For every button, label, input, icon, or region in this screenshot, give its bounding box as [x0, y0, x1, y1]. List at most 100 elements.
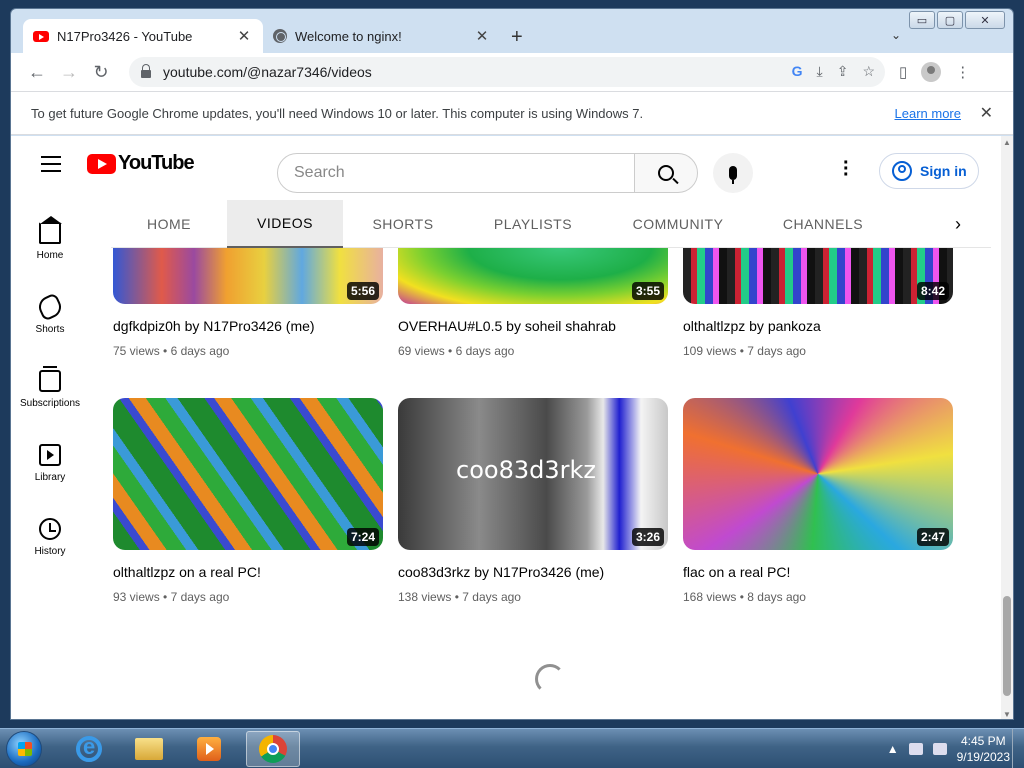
voice-search-button[interactable] — [713, 153, 753, 193]
video-title[interactable]: coo83d3rkz by N17Pro3426 (me) — [398, 564, 668, 580]
video-thumbnail[interactable]: 2:47 — [683, 398, 953, 550]
sign-in-button[interactable]: Sign in — [879, 153, 979, 189]
sidebar-item-label: Subscriptions — [19, 398, 81, 409]
volume-muted-icon[interactable] — [932, 743, 947, 755]
tab-community[interactable]: COMMUNITY — [603, 200, 753, 248]
sidebar-item-shorts[interactable]: Shorts — [11, 292, 89, 335]
video-title[interactable]: flac on a real PC! — [683, 564, 953, 580]
page-scrollbar[interactable]: ▲ ▼ — [1001, 136, 1013, 719]
tab-nginx[interactable]: Welcome to nginx! ✕ — [263, 19, 501, 53]
settings-more-icon[interactable]: · · · — [843, 153, 850, 185]
address-bar[interactable]: youtube.com/@nazar7346/videos G ⤓ ⇪ ☆ — [129, 57, 885, 87]
reload-button[interactable]: ↻ — [85, 62, 117, 83]
duration-badge: 8:42 — [916, 282, 949, 300]
google-icon[interactable]: G — [792, 63, 803, 80]
sidebar-item-library[interactable]: Library — [11, 444, 89, 483]
chrome-icon — [259, 735, 287, 763]
video-thumbnail[interactable]: 3:55 — [398, 248, 668, 304]
profile-avatar-icon[interactable] — [921, 62, 942, 82]
bookmark-star-icon[interactable]: ☆ — [862, 63, 875, 80]
sidebar-item-label: History — [34, 546, 66, 557]
tab-youtube[interactable]: N17Pro3426 - YouTube ✕ — [23, 19, 263, 53]
menu-hamburger-icon[interactable] — [41, 156, 61, 177]
url-text[interactable]: youtube.com/@nazar7346/videos — [163, 64, 372, 80]
search-button[interactable] — [634, 153, 698, 193]
share-icon[interactable]: ⇪ — [837, 63, 849, 80]
tab-title: Welcome to nginx! — [295, 28, 402, 44]
browser-toolbar: ← → ↻ youtube.com/@nazar7346/videos G ⤓ … — [11, 53, 1013, 91]
video-title[interactable]: dgfkdpiz0h by N17Pro3426 (me) — [113, 318, 383, 334]
tab-strip: N17Pro3426 - YouTube ✕ Welcome to nginx!… — [11, 19, 1013, 53]
video-title[interactable]: olthaltlzpz on a real PC! — [113, 564, 383, 580]
scroll-down-icon[interactable]: ▼ — [1003, 710, 1011, 719]
user-icon — [892, 161, 912, 181]
tab-shorts[interactable]: SHORTS — [343, 200, 463, 248]
internet-explorer-icon — [76, 734, 102, 762]
address-bar-actions: G ⤓ ⇪ ☆ — [792, 63, 875, 80]
video-card[interactable]: 8:42 olthaltlzpz by pankoza 109 views • … — [683, 248, 953, 358]
toolbar-right: ▯ ⋮ — [899, 62, 970, 82]
video-thumbnail[interactable]: 5:56 — [113, 248, 383, 304]
tab-channels[interactable]: CHANNELS — [753, 200, 893, 248]
globe-favicon-icon — [273, 29, 287, 43]
side-panel-icon[interactable]: ▯ — [899, 63, 907, 81]
youtube-logo[interactable]: YouTube — [87, 152, 195, 175]
install-icon[interactable]: ⤓ — [817, 63, 823, 80]
meta-separator: • — [163, 590, 168, 604]
duration-badge: 7:24 — [346, 528, 379, 546]
video-card[interactable]: 2:47 flac on a real PC! 168 views • 8 da… — [683, 398, 953, 604]
tab-close-icon[interactable]: ✕ — [473, 27, 491, 45]
video-thumbnail[interactable]: 7:24 — [113, 398, 383, 550]
clock[interactable]: 4:45 PM 9/19/2023 — [957, 733, 1010, 765]
tab-close-icon[interactable]: ✕ — [235, 27, 253, 45]
sidebar-item-home[interactable]: Home — [11, 216, 89, 261]
video-title[interactable]: OVERHAU#L0.5 by soheil shahrab — [398, 318, 668, 334]
video-card[interactable]: 3:55 OVERHAU#L0.5 by soheil shahrab 69 v… — [398, 248, 668, 358]
network-icon[interactable] — [908, 743, 923, 755]
sidebar-item-history[interactable]: History — [11, 518, 89, 557]
tray-expand-icon[interactable]: ▲ — [887, 742, 899, 756]
back-button[interactable]: ← — [21, 62, 53, 83]
tab-home[interactable]: HOME — [111, 200, 227, 248]
tab-search-chevron-icon[interactable]: ⌄ — [891, 28, 901, 42]
history-icon — [39, 518, 61, 540]
taskbar-chrome[interactable] — [246, 731, 300, 767]
tab-playlists[interactable]: PLAYLISTS — [463, 200, 603, 248]
view-count: 168 views — [683, 590, 737, 604]
forward-button[interactable]: → — [53, 62, 85, 83]
duration-badge: 5:56 — [346, 282, 379, 300]
meta-separator: • — [163, 344, 168, 358]
video-meta: 138 views • 7 days ago — [398, 590, 668, 604]
sidebar-item-label: Library — [34, 472, 66, 483]
start-button[interactable] — [6, 731, 42, 767]
lock-icon[interactable] — [141, 64, 151, 78]
taskbar-media-player[interactable] — [182, 731, 236, 767]
video-thumbnail[interactable]: coo83d3rkz 3:26 — [398, 398, 668, 550]
tab-videos[interactable]: VIDEOS — [227, 200, 343, 248]
taskbar-file-explorer[interactable] — [122, 731, 176, 767]
sidebar-item-label: Shorts — [35, 324, 65, 335]
update-infobar: To get future Google Chrome updates, you… — [11, 91, 1013, 135]
learn-more-link[interactable]: Learn more — [895, 106, 961, 121]
video-thumbnail[interactable]: 8:42 — [683, 248, 953, 304]
scrollbar-thumb[interactable] — [1003, 596, 1011, 696]
sidebar-item-subscriptions[interactable]: Subscriptions — [11, 366, 89, 409]
video-card[interactable]: 5:56 dgfkdpiz0h by N17Pro3426 (me) 75 vi… — [113, 248, 383, 358]
show-desktop-button[interactable] — [1012, 729, 1024, 768]
video-meta: 75 views • 6 days ago — [113, 344, 383, 358]
new-tab-button[interactable]: + — [511, 26, 523, 49]
clock-time: 4:45 PM — [960, 734, 1006, 748]
upload-age: 8 days ago — [747, 590, 806, 604]
video-title[interactable]: olthaltlzpz by pankoza — [683, 318, 953, 334]
video-card[interactable]: coo83d3rkz 3:26 coo83d3rkz by N17Pro3426… — [398, 398, 668, 604]
taskbar-internet-explorer[interactable] — [62, 731, 116, 767]
infobar-close-icon[interactable]: ✕ — [980, 103, 993, 123]
infobar-message: To get future Google Chrome updates, you… — [31, 105, 644, 121]
video-meta: 109 views • 7 days ago — [683, 344, 953, 358]
scroll-up-icon[interactable]: ▲ — [1003, 138, 1011, 147]
chrome-menu-button[interactable]: ⋮ — [955, 63, 970, 81]
video-card[interactable]: 7:24 olthaltlzpz on a real PC! 93 views … — [113, 398, 383, 604]
thumbnail-text: coo83d3rkz — [456, 456, 596, 484]
chevron-right-icon[interactable]: › — [955, 214, 961, 235]
search-input[interactable]: Search — [277, 153, 635, 193]
